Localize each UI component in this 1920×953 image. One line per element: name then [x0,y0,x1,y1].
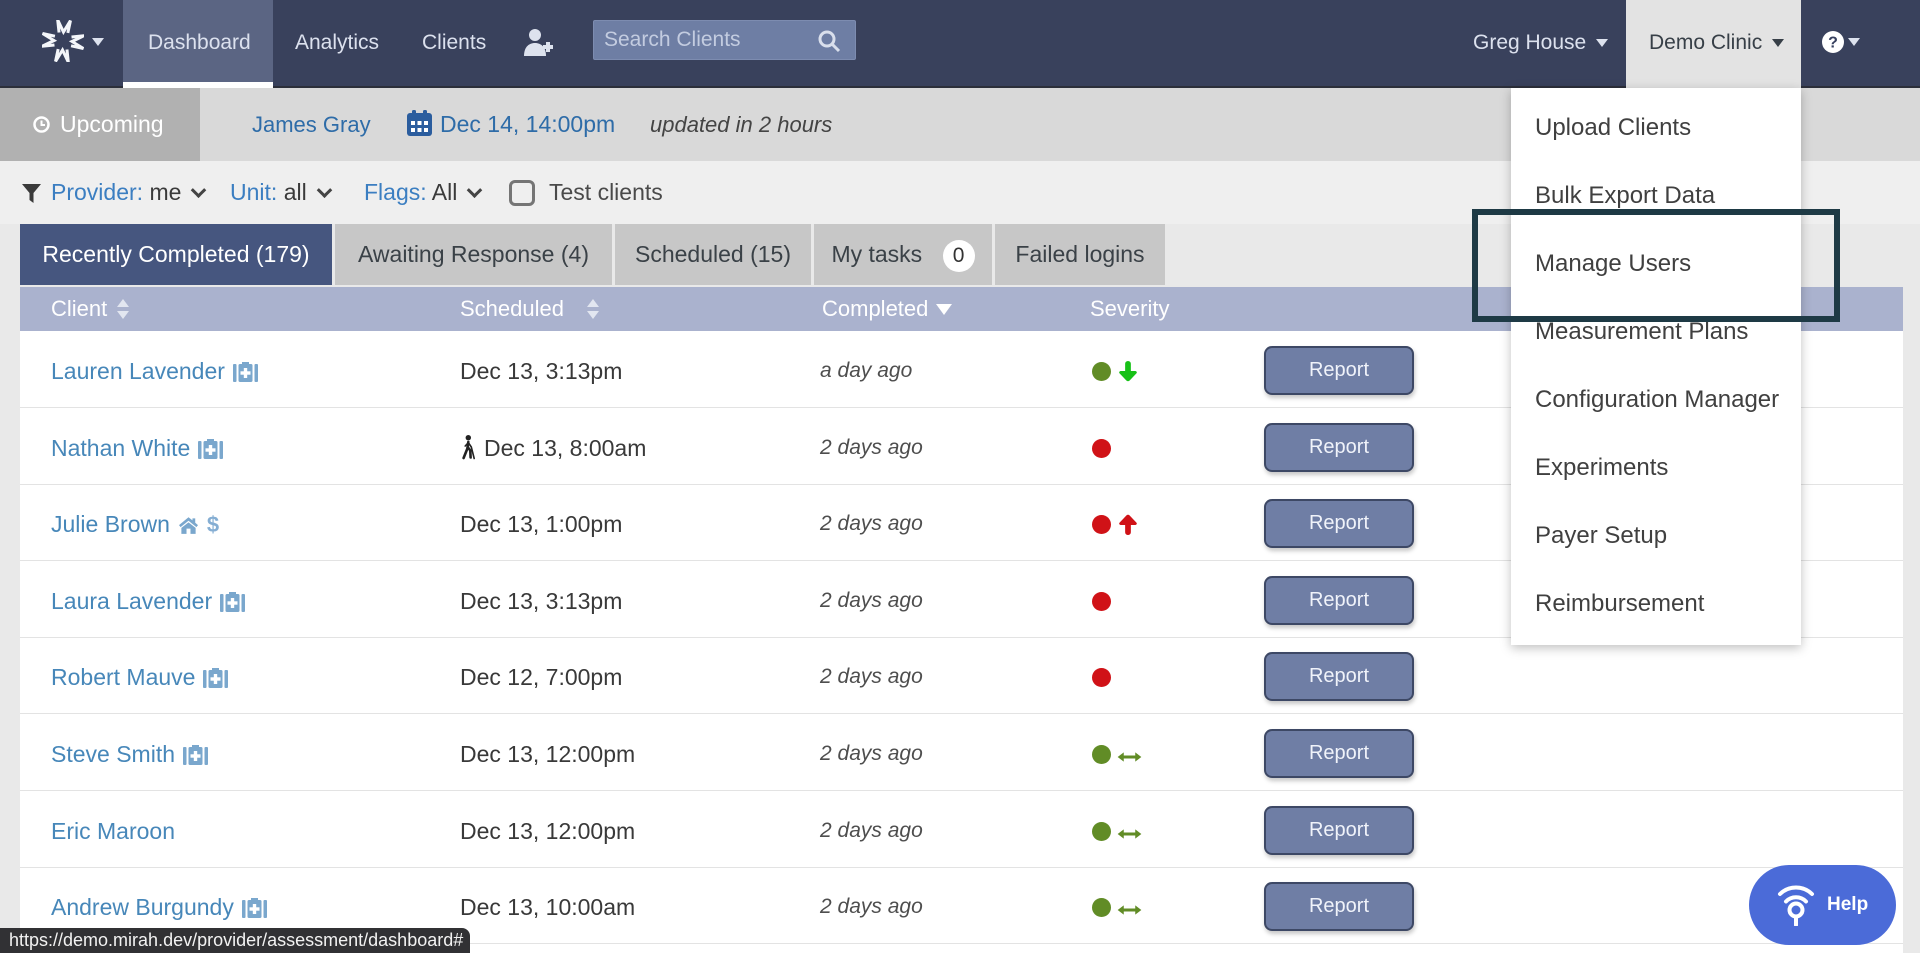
svg-text:?: ? [1828,35,1838,52]
